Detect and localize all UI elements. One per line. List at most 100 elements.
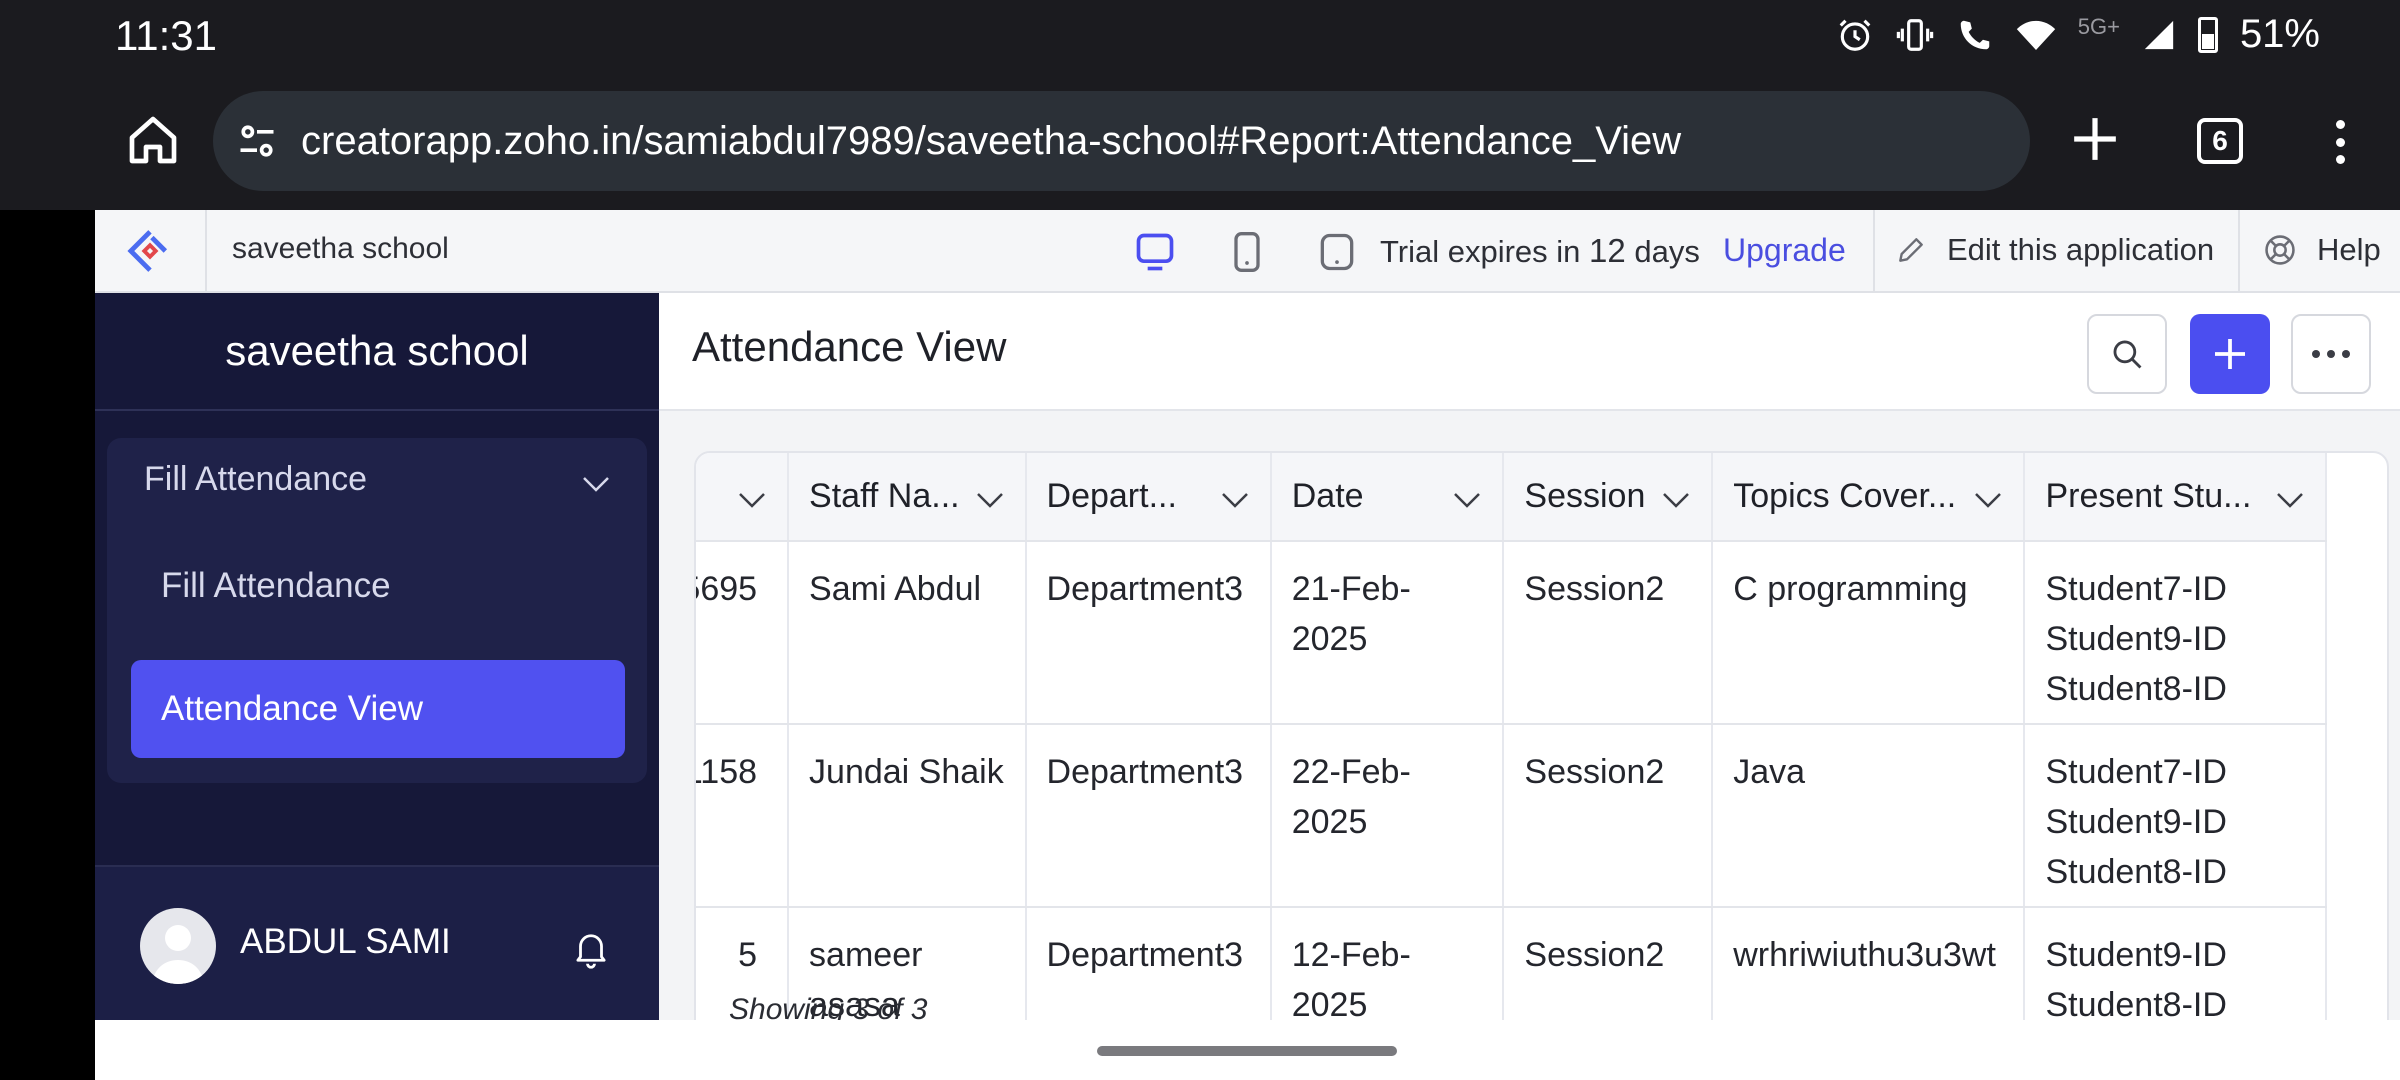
zoho-creator-logo[interactable] [95, 210, 207, 291]
chevron-down-icon[interactable] [1452, 491, 1482, 509]
home-icon[interactable] [125, 112, 181, 168]
chevron-down-icon[interactable] [737, 491, 767, 509]
page-title: Attendance View [692, 323, 1007, 370]
chevron-down-icon[interactable] [2275, 491, 2305, 509]
wifi-icon [2016, 20, 2055, 50]
chevron-down-icon[interactable] [1661, 491, 1691, 509]
student-id: Student8-ID [2045, 986, 2227, 1020]
table-row[interactable]: 5 sameer asasa Department3 12-Feb-2025 S… [696, 907, 2327, 1020]
report-header: Attendance View [659, 293, 2400, 411]
report-table-container: ID Staff Na... Depart... Date Session To… [694, 451, 2389, 1020]
tab-switcher-button[interactable]: 6 [2197, 118, 2243, 164]
app-name: saveetha school [232, 232, 449, 265]
column-header-id[interactable]: ID [696, 453, 790, 542]
wifi-call-icon [1960, 20, 1989, 49]
search-button[interactable] [2087, 314, 2167, 394]
cell-present-students: Student7-ID Student9-ID Student8-ID [2024, 724, 2327, 908]
student-id: Student7-ID [2045, 753, 2227, 791]
browser-menu-icon[interactable] [2320, 114, 2360, 170]
mobile-view-icon[interactable] [1315, 230, 1359, 274]
cell-staff-name: Sami Abdul [788, 541, 1027, 725]
chevron-down-icon[interactable] [975, 491, 1005, 509]
student-id: Student9-ID [2045, 936, 2227, 974]
record-count: Showing 3 of 3 [729, 993, 928, 1020]
table-row[interactable]: 1158 Jundai Shaik Department3 22-Feb-202… [696, 724, 2327, 908]
cell-date: 22-Feb-2025 [1270, 724, 1505, 908]
new-tab-icon[interactable] [2070, 114, 2120, 164]
table-row[interactable]: 5695 Sami Abdul Department3 21-Feb-2025 … [696, 541, 2327, 725]
cell-id: 1158 [696, 724, 790, 908]
cell-department: Department3 [1025, 541, 1272, 725]
cell-session: Session2 [1503, 541, 1714, 725]
column-header-date[interactable]: Date [1270, 453, 1505, 542]
site-settings-icon[interactable] [235, 119, 279, 163]
cell-department: Department3 [1025, 724, 1272, 908]
main-content: Attendance View ID Staff Na... Depart... [659, 293, 2400, 1020]
sidebar-group-label[interactable]: Fill Attendance [144, 460, 367, 499]
web-viewport: saveetha school Trial expires in 12 days… [95, 210, 2400, 1020]
cell-date: 12-Feb-2025 [1270, 907, 1505, 1020]
cell-id: 5695 [696, 541, 790, 725]
desktop-view-icon[interactable] [1133, 230, 1177, 274]
avatar[interactable] [140, 908, 216, 984]
student-id: Student9-ID [2045, 803, 2227, 841]
status-bar: 11:31 5G+ 51% [0, 0, 2400, 70]
user-avatar-icon [152, 925, 204, 984]
report-table: ID Staff Na... Depart... Date Session To… [696, 453, 2327, 1020]
pencil-icon [1899, 238, 1923, 262]
sidebar-title: saveetha school [95, 293, 659, 411]
student-id: Student9-ID [2045, 620, 2227, 658]
battery-icon [2197, 16, 2218, 53]
upgrade-link[interactable]: Upgrade [1723, 232, 1846, 269]
navigation-area [95, 1020, 2400, 1080]
status-time: 11:31 [115, 12, 217, 59]
cell-topics: wrhriwiuthu3u3wt [1712, 907, 2026, 1020]
cell-date: 21-Feb-2025 [1270, 541, 1505, 725]
cell-present-students: Student7-ID Student9-ID Student8-ID [2024, 541, 2327, 725]
sidebar-item-fill-attendance[interactable]: Fill Attendance [161, 566, 391, 606]
help-lifebuoy-icon [2265, 235, 2295, 265]
sidebar-item-attendance-view[interactable]: Attendance View [131, 660, 625, 758]
user-panel: ABDUL SAMI [95, 867, 659, 1020]
sidebar-group-fill-attendance: Fill Attendance Fill Attendance Attendan… [107, 438, 647, 783]
cell-topics: Java [1712, 724, 2026, 908]
vibrate-icon [1896, 18, 1933, 51]
browser-toolbar: creatorapp.zoho.in/samiabdul7989/saveeth… [0, 70, 2400, 210]
more-options-button[interactable] [2291, 314, 2371, 394]
address-bar[interactable]: creatorapp.zoho.in/samiabdul7989/saveeth… [213, 91, 2030, 191]
cell-session: Session2 [1503, 724, 1714, 908]
cell-present-students: Student9-ID Student8-ID [2024, 907, 2327, 1020]
table-header-row: ID Staff Na... Depart... Date Session To… [696, 453, 2327, 542]
signal-icon [2144, 20, 2174, 49]
cell-topics: C programming [1712, 541, 2026, 725]
plus-icon [2215, 339, 2245, 369]
column-header-present-students[interactable]: Present Stu... [2024, 453, 2327, 542]
chevron-down-icon[interactable] [581, 474, 611, 494]
url-text[interactable]: creatorapp.zoho.in/samiabdul7989/saveeth… [301, 119, 1681, 164]
trial-notice: Trial expires in 12 days [1380, 232, 1700, 269]
left-edge [0, 210, 95, 1080]
divider [1873, 210, 1875, 291]
gesture-handle[interactable] [1097, 1046, 1397, 1056]
chevron-down-icon[interactable] [1973, 491, 2003, 509]
creator-logo-icon [127, 229, 168, 272]
app-topbar: saveetha school Trial expires in 12 days… [95, 210, 2400, 293]
chevron-down-icon[interactable] [1220, 491, 1250, 509]
column-header-topics-covered[interactable]: Topics Cover... [1712, 453, 2026, 542]
help-button[interactable]: Help [2263, 232, 2381, 268]
edit-application-button[interactable]: Edit this application [1895, 232, 2214, 268]
user-name: ABDUL SAMI [240, 922, 451, 961]
column-header-staff-name[interactable]: Staff Na... [788, 453, 1027, 542]
status-icons: 5G+ 51% [1836, 12, 2320, 57]
network-type: 5G+ [2077, 13, 2120, 39]
tablet-view-icon[interactable] [1225, 230, 1269, 274]
bell-icon[interactable] [570, 927, 612, 969]
column-header-session[interactable]: Session [1503, 453, 1714, 542]
alarm-icon [1839, 19, 1871, 51]
divider [2238, 210, 2240, 291]
sidebar: saveetha school Fill Attendance Fill Att… [95, 293, 659, 1020]
student-id: Student8-ID [2045, 853, 2227, 891]
add-record-button[interactable] [2190, 314, 2270, 394]
column-header-department[interactable]: Depart... [1025, 453, 1272, 542]
student-id: Student8-ID [2045, 670, 2227, 708]
